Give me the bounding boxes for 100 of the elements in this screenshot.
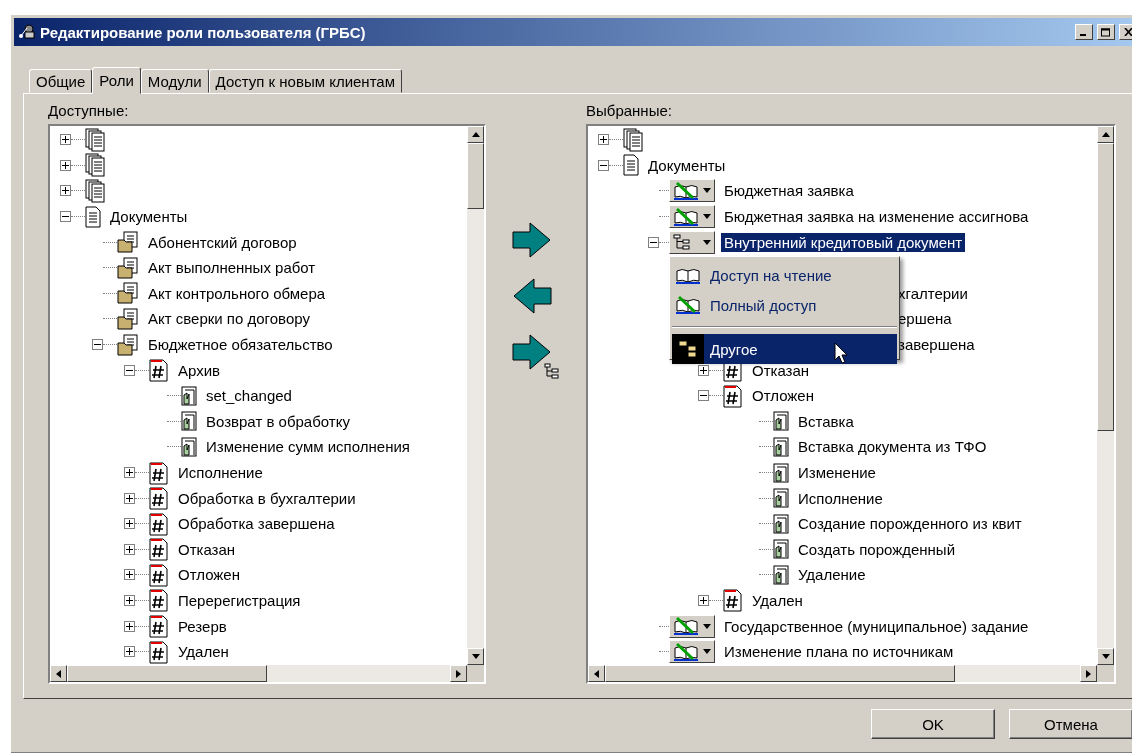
close-button[interactable] xyxy=(1119,24,1132,40)
expand-icon[interactable] xyxy=(124,492,135,504)
scroll-left-button[interactable] xyxy=(50,665,67,682)
expand-icon[interactable] xyxy=(124,569,135,581)
tree-item-label[interactable]: Бюджетное обязательство xyxy=(145,335,336,355)
scroll-left-button[interactable] xyxy=(588,665,605,682)
expand-icon[interactable] xyxy=(60,159,71,171)
tree-item-label[interactable]: Исполнение xyxy=(175,463,266,482)
tree-item-label[interactable]: Акт контрольного обмера xyxy=(145,283,329,303)
expand-icon[interactable] xyxy=(124,595,135,606)
tree-view[interactable] xyxy=(586,124,1116,684)
tree-item-label[interactable]: Государственное (муниципальное) задание xyxy=(721,616,1032,636)
caret-icon xyxy=(703,214,711,220)
scroll-up-button[interactable] xyxy=(467,126,484,143)
tree-item-label[interactable]: Вставка документа из ТФО xyxy=(795,437,990,457)
tab[interactable]: Доступ к новым клиентам xyxy=(208,69,402,93)
tree-item-label: ершена xyxy=(898,310,952,328)
access-dropdown[interactable] xyxy=(669,614,715,638)
expand-icon[interactable] xyxy=(698,595,709,606)
cancel-button[interactable]: Отмена xyxy=(1009,709,1132,739)
scroll-thumb[interactable] xyxy=(467,143,484,209)
access-dropdown[interactable] xyxy=(669,230,715,254)
tree-item-label[interactable]: Удален xyxy=(749,591,806,610)
folder-document-icon xyxy=(117,256,139,279)
scrollbar-corner xyxy=(1097,665,1114,682)
expand-icon[interactable] xyxy=(124,518,135,530)
expand-icon[interactable] xyxy=(124,620,135,632)
documents-stack-icon xyxy=(85,153,105,178)
tree-item-label[interactable]: Документы xyxy=(107,207,191,227)
tree-view[interactable] xyxy=(48,124,486,684)
tree-item-label[interactable]: Отложен xyxy=(749,386,817,406)
tree-item-label[interactable]: Акт сверки по договору xyxy=(145,309,313,329)
hash-page-icon xyxy=(723,383,743,408)
menu-item[interactable]: Полный доступ xyxy=(672,290,897,320)
collapse-icon[interactable] xyxy=(648,236,659,248)
tree-item-label[interactable]: Создание порожденного из квит xyxy=(795,514,1025,534)
scroll-thumb[interactable] xyxy=(605,665,955,682)
tree-item-label[interactable]: Изменение плана по источникам xyxy=(721,642,957,662)
scroll-down-button[interactable] xyxy=(467,648,484,665)
action-icon xyxy=(773,462,789,483)
menu-item[interactable]: Доступ на чтение xyxy=(672,260,897,290)
tree-item-label[interactable]: Бюджетная заявка xyxy=(721,181,857,201)
collapse-icon[interactable] xyxy=(60,211,71,223)
tree-item-label[interactable]: Внутренний кредитовый документ xyxy=(721,232,966,252)
horizontal-scrollbar[interactable] xyxy=(588,665,1097,682)
plus-icon xyxy=(126,622,133,630)
expand-icon[interactable] xyxy=(124,646,135,658)
vertical-scrollbar[interactable] xyxy=(1097,126,1114,665)
scroll-down-button[interactable] xyxy=(1097,648,1114,665)
move-tree-right-button[interactable] xyxy=(512,334,560,380)
tree-item-label[interactable]: Обработка завершена xyxy=(175,514,338,534)
collapse-icon[interactable] xyxy=(698,390,709,402)
tree-item-label[interactable]: Перерегистрация xyxy=(175,591,304,610)
ok-button[interactable]: OK xyxy=(871,709,995,739)
book-pen-icon xyxy=(673,616,699,637)
collapse-icon[interactable] xyxy=(598,159,609,171)
tree-item-label[interactable]: Удаление xyxy=(795,565,869,585)
access-dropdown[interactable] xyxy=(669,640,715,664)
tree-item-label[interactable]: Обработка в бухгалтерии xyxy=(175,488,359,508)
collapse-icon[interactable] xyxy=(124,364,135,376)
tree-item-label[interactable]: Абонентский договор xyxy=(145,232,300,252)
expand-icon[interactable] xyxy=(124,543,135,555)
expand-icon[interactable] xyxy=(124,467,135,478)
minimize-button[interactable] xyxy=(1075,24,1093,40)
scroll-up-button[interactable] xyxy=(1097,126,1114,143)
scroll-thumb[interactable] xyxy=(1097,143,1114,431)
tree-item-label[interactable]: Изменение xyxy=(795,463,879,482)
tree-item-label[interactable]: set_changed xyxy=(203,386,295,406)
tab[interactable]: Роли xyxy=(92,67,141,94)
expand-icon[interactable] xyxy=(698,364,709,376)
access-dropdown[interactable] xyxy=(669,205,715,229)
tree-item-label[interactable]: Документы xyxy=(645,155,729,175)
tree-item-label[interactable]: Изменение сумм исполнения xyxy=(203,437,413,457)
tree-item-label[interactable]: Создать порожденный xyxy=(795,539,958,559)
horizontal-scrollbar[interactable] xyxy=(50,665,467,682)
scroll-right-button[interactable] xyxy=(450,665,467,682)
tab[interactable]: Общие xyxy=(29,69,93,93)
collapse-icon[interactable] xyxy=(92,339,103,351)
tree-item-label[interactable]: Архив xyxy=(175,360,224,380)
maximize-icon xyxy=(1101,27,1111,37)
tree-item-label[interactable]: Резерв xyxy=(175,616,230,636)
tab[interactable]: Модули xyxy=(140,69,209,93)
tree-item-label[interactable]: Возврат в обработку xyxy=(203,411,353,431)
expand-icon[interactable] xyxy=(598,134,609,146)
tree-item-label[interactable]: Исполнение xyxy=(795,488,886,508)
vertical-scrollbar[interactable] xyxy=(467,126,484,665)
scroll-right-button[interactable] xyxy=(1080,665,1097,682)
expand-icon[interactable] xyxy=(60,134,71,146)
tree-item-label[interactable]: Отложен xyxy=(175,565,243,585)
scroll-thumb[interactable] xyxy=(67,665,267,682)
tree-item-label[interactable]: Акт выполненных работ xyxy=(145,258,319,278)
tree-item-label[interactable]: Бюджетная заявка на изменение ассигнова xyxy=(721,207,1032,227)
maximize-button[interactable] xyxy=(1097,24,1115,40)
access-dropdown[interactable] xyxy=(669,179,715,203)
tree-item-label[interactable]: Вставка xyxy=(795,411,857,431)
tree-item-label[interactable]: Удален xyxy=(175,642,232,662)
action-icon xyxy=(773,539,789,560)
tree-item-label[interactable]: Отказан xyxy=(175,539,239,559)
expand-icon[interactable] xyxy=(60,185,71,197)
menu-item[interactable]: Другое xyxy=(672,334,897,364)
